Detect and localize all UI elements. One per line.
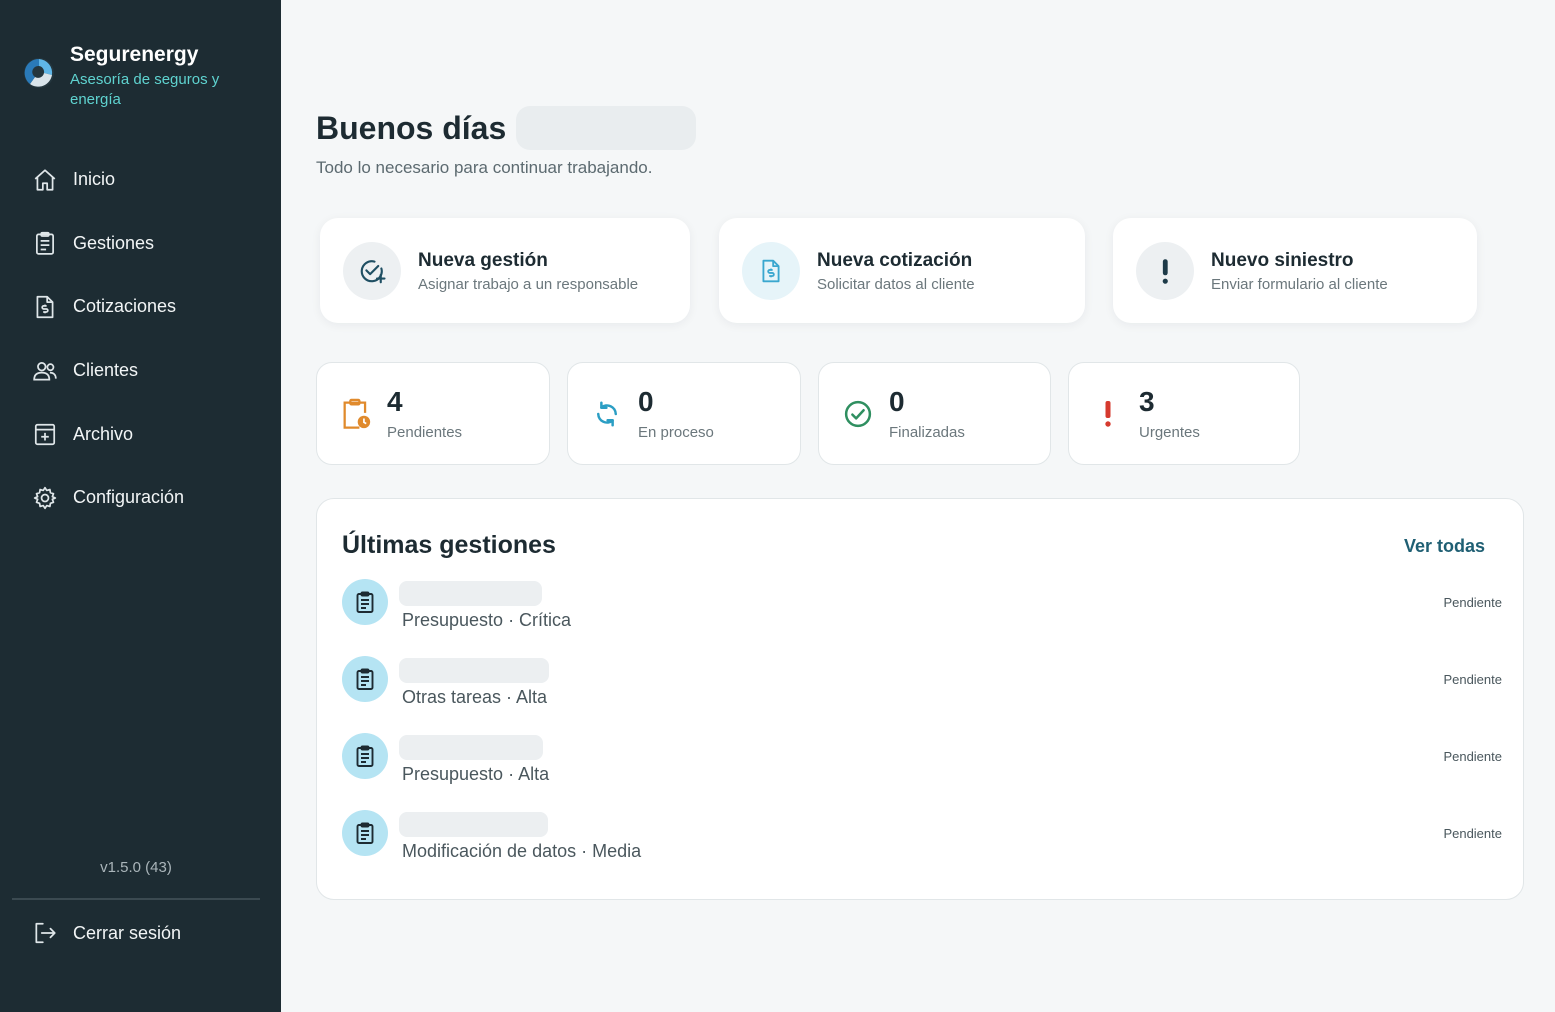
clipboard-clock-icon <box>343 398 371 429</box>
brand-logo-icon <box>24 58 54 88</box>
panel-title: Últimas gestiones <box>342 531 556 559</box>
sidebar-item-label: Gestiones <box>73 232 155 253</box>
gear-icon <box>33 486 57 509</box>
app-version: v1.5.0 (43) <box>100 859 172 876</box>
list-item[interactable]: Presupuesto · Alta Pendiente <box>342 733 1502 793</box>
clipboard-list-icon <box>356 668 374 690</box>
clipboard-list-icon <box>356 745 374 767</box>
sidebar-item-label: Cotizaciones <box>73 296 177 317</box>
row-meta: Modificación de datos · Media <box>402 841 642 861</box>
stat-pending[interactable]: 4 Pendientes <box>316 362 550 465</box>
action-title: Nueva cotización <box>817 249 973 271</box>
invoice-icon <box>36 295 54 319</box>
stat-value: 4 <box>387 386 403 417</box>
list-item[interactable]: Otras tareas · Alta Pendiente <box>342 656 1502 716</box>
sidebar: Segurenergy Asesoría de seguros y energí… <box>0 0 281 1012</box>
recent-tasks-panel: Últimas gestiones Ver todas Presupuesto … <box>316 498 1524 900</box>
sidebar-item-label: Clientes <box>73 360 139 381</box>
stat-label: Urgentes <box>1139 424 1200 441</box>
archive-icon <box>34 424 56 446</box>
exclamation-icon <box>1162 258 1168 284</box>
status-badge: Pendiente <box>1443 595 1502 610</box>
list-item[interactable]: Presupuesto · Crítica Pendiente <box>342 579 1502 639</box>
users-icon <box>33 361 57 381</box>
stat-icon-wrap <box>843 397 873 431</box>
stat-label: Finalizadas <box>889 424 965 441</box>
stat-icon-wrap <box>592 397 622 431</box>
page-subtitle: Todo lo necesario para continuar trabaja… <box>316 158 653 177</box>
stat-value: 3 <box>1139 386 1155 417</box>
stat-label: En proceso <box>638 424 714 441</box>
sidebar-item-label: Archivo <box>73 423 134 444</box>
stat-in-progress[interactable]: 0 En proceso <box>567 362 801 465</box>
row-icon-wrap <box>342 579 388 625</box>
row-icon-wrap <box>342 656 388 702</box>
logout-button[interactable]: Cerrar sesión <box>32 920 181 946</box>
action-subtitle: Solicitar datos al cliente <box>817 275 975 293</box>
row-title-placeholder <box>399 812 548 837</box>
status-badge: Pendiente <box>1443 749 1502 764</box>
brand-name: Segurenergy <box>70 43 199 66</box>
action-icon-wrap <box>1136 241 1194 300</box>
sidebar-nav: Inicio Gestiones Cotizaciones Clientes A… <box>0 148 281 530</box>
sidebar-item-cotizaciones[interactable]: Cotizaciones <box>0 275 281 339</box>
exclamation-icon <box>1105 400 1111 427</box>
clipboard-list-icon <box>356 591 374 613</box>
sidebar-item-inicio[interactable]: Inicio <box>0 148 281 212</box>
row-meta: Presupuesto · Alta <box>402 764 550 784</box>
user-name-placeholder <box>516 106 697 150</box>
status-badge: Pendiente <box>1443 672 1502 687</box>
sidebar-item-label: Inicio <box>73 169 116 190</box>
stat-value: 0 <box>889 386 905 417</box>
logout-label: Cerrar sesión <box>73 922 182 943</box>
sidebar-item-label: Configuración <box>73 487 185 508</box>
new-claim-card[interactable]: Nuevo siniestro Enviar formulario al cli… <box>1113 218 1477 323</box>
clipboard-list-icon <box>356 822 374 844</box>
action-title: Nueva gestión <box>418 249 548 271</box>
row-title-placeholder <box>399 735 543 760</box>
new-task-card[interactable]: Nueva gestión Asignar trabajo a un respo… <box>320 218 690 323</box>
stat-icon-wrap <box>341 397 371 431</box>
list-item[interactable]: Modificación de datos · Media Pendiente <box>342 810 1502 870</box>
action-icon-wrap <box>742 241 800 300</box>
row-icon-wrap <box>342 810 388 856</box>
action-icon-wrap <box>343 241 401 300</box>
stat-value: 0 <box>638 386 654 417</box>
check-add-icon <box>360 259 386 283</box>
stat-finished[interactable]: 0 Finalizadas <box>818 362 1051 465</box>
row-title-placeholder <box>399 658 549 683</box>
clipboard-list-icon <box>36 232 54 256</box>
sidebar-divider <box>12 898 260 900</box>
row-title-placeholder <box>399 581 542 606</box>
home-icon <box>34 169 56 191</box>
sidebar-item-archivo[interactable]: Archivo <box>0 402 281 466</box>
new-quote-card[interactable]: Nueva cotización Solicitar datos al clie… <box>719 218 1085 323</box>
see-all-link[interactable]: Ver todas <box>1404 536 1485 557</box>
sidebar-item-configuracion[interactable]: Configuración <box>0 466 281 530</box>
action-subtitle: Asignar trabajo a un responsable <box>418 275 639 293</box>
row-meta: Otras tareas · Alta <box>402 687 548 707</box>
stat-icon-wrap <box>1093 397 1123 431</box>
brand: Segurenergy Asesoría de seguros y energí… <box>22 42 240 110</box>
stat-label: Pendientes <box>387 424 463 441</box>
row-icon-wrap <box>342 733 388 779</box>
logout-icon <box>35 922 56 944</box>
status-badge: Pendiente <box>1443 826 1502 841</box>
check-circle-icon <box>844 400 872 427</box>
invoice-icon <box>762 259 780 282</box>
brand-tagline: Asesoría de seguros y energía <box>70 71 220 108</box>
stat-urgent[interactable]: 3 Urgentes <box>1068 362 1300 465</box>
refresh-icon <box>597 401 617 426</box>
action-title: Nuevo siniestro <box>1211 249 1354 271</box>
row-meta: Presupuesto · Crítica <box>402 610 572 630</box>
sidebar-item-clientes[interactable]: Clientes <box>0 339 281 403</box>
sidebar-item-gestiones[interactable]: Gestiones <box>0 212 281 276</box>
greeting: Buenos días <box>316 106 697 150</box>
action-subtitle: Enviar formulario al cliente <box>1211 275 1388 293</box>
page-title: Buenos días <box>316 109 507 146</box>
